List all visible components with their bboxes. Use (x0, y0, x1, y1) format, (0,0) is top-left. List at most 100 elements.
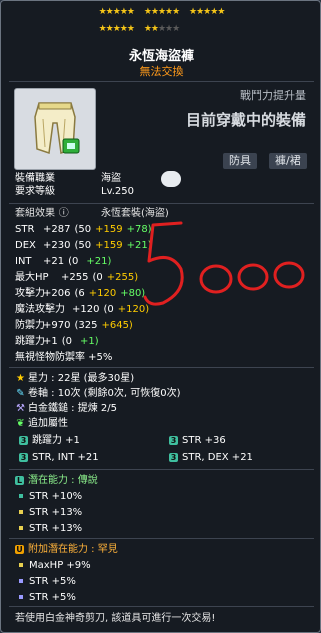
set-label: 套組效果 (15, 208, 55, 219)
extra-stats-header: ❦ 追加屬性 (15, 417, 68, 430)
req-job-value: 海盜 (101, 173, 121, 184)
stat-name: DEX (15, 240, 36, 251)
potential-header: L 潛在能力 : 傳說 (15, 474, 98, 487)
flame-line: 3 跳躍力 +1 (19, 434, 80, 447)
stat-values: +21 (0 +21) (43, 255, 115, 268)
star-on: ★★ (143, 24, 159, 34)
star-group: ★★★★★ (189, 7, 225, 17)
potential-line: STR +10% (19, 490, 82, 503)
footer-note: 若使用白金神奇剪刀, 該道具可進行一次交易! (15, 613, 216, 624)
stat-total: +206 (43, 288, 71, 299)
divider (9, 367, 314, 368)
star-group: ★★★★★ (98, 24, 135, 34)
divider (9, 538, 314, 539)
stat-star-bonus: +159 (95, 224, 123, 235)
stat-base: (6 (74, 288, 85, 299)
bullet-icon (19, 595, 23, 599)
stat-base: (325 (74, 320, 98, 331)
legendary-grade-icon: L (15, 475, 24, 485)
leaf-icon: ❦ (16, 418, 25, 429)
divider (9, 81, 314, 82)
untradeable-label: 無法交換 (139, 65, 184, 78)
item-icon-frame (14, 88, 96, 170)
hammer-icon: ⚒ (16, 403, 25, 414)
stat-total: +287 (43, 224, 71, 235)
stat-values: +206 (6 +120 +80) (43, 287, 149, 300)
stat-star-bonus: +645) (101, 320, 133, 331)
bonus-potential-header: U 附加潛在能力 : 罕見 (15, 543, 118, 556)
potential-line: STR +13% (19, 522, 82, 535)
flame-text: STR, INT +21 (32, 452, 99, 463)
extra-stats-label: 追加屬性 (28, 418, 68, 429)
pants-icon (34, 102, 80, 154)
stat-row: 魔法攻擊力 +120 (0 +120) (15, 303, 149, 316)
potential-text: STR +13% (29, 507, 83, 518)
req-job-label: 裝備職業 (15, 173, 55, 184)
flame-line: 3 STR +36 (169, 434, 226, 447)
star-force-row-2: ★★★★★ ★★★★★ ★★★★★ (1, 24, 321, 34)
stat-row: DEX +230 (50 +159 +21) (15, 239, 152, 252)
stat-row: STR +287 (50 +159 +78) (15, 223, 152, 236)
combat-power-label: 戰鬥力提升量 (240, 89, 306, 102)
stat-name: 防禦力 (15, 320, 45, 331)
hammer-text: 白金鐵鎚 : 提煉 2/5 (28, 403, 117, 414)
stat-total: +230 (43, 240, 71, 251)
flame-line: 3 STR, INT +21 (19, 451, 99, 464)
potential-label: 潛在能力 : 傳說 (28, 475, 98, 486)
scroll-icon: ✎ (16, 388, 25, 399)
rare-grade-icon: U (15, 544, 24, 554)
stat-total: +120 (72, 304, 100, 315)
stat-name: 魔法攻擊力 (15, 304, 65, 315)
star-group: ★★★★★ (143, 7, 180, 17)
stat-star-bonus: +120 (88, 288, 117, 299)
potential-text: STR +13% (29, 523, 83, 534)
bullet-icon (19, 563, 23, 567)
stat-row: INT +21 (0 +21) (15, 255, 111, 268)
star-group: ★★★★★ (143, 24, 180, 34)
stat-row: 防禦力 +970 (325 +645) (15, 319, 133, 332)
flame-badge-icon: 3 (169, 452, 178, 462)
flame-text: STR +36 (182, 435, 226, 446)
stat-total: +21 (43, 256, 65, 267)
bullet-icon (19, 579, 23, 583)
divider (9, 469, 314, 470)
stat-base: (0 (92, 272, 103, 283)
flame-badge-icon: 3 (19, 452, 28, 462)
handwritten-scribble (143, 221, 305, 306)
flame-text: STR, DEX +21 (182, 452, 253, 463)
flame-badge-icon: 3 (169, 435, 178, 445)
stat-base: (50 (74, 240, 92, 251)
stat-total: +970 (43, 320, 71, 331)
cloud-icon (161, 171, 181, 187)
star-force-row-1: ★★★★★ ★★★★★ ★★★★★ (1, 7, 321, 17)
subtype-tag: 褲/裙 (269, 153, 307, 169)
stat-values: +255 (0 +255) (61, 271, 146, 284)
scroll-info: ✎ 卷軸 : 10次 (剩餘0次, 可恢復0次) (15, 387, 180, 400)
flame-line: 3 STR, DEX +21 (169, 451, 253, 464)
stat-base: (0 (61, 336, 73, 347)
info-icon: ⓘ (58, 208, 69, 219)
bullet-icon (19, 494, 23, 498)
item-tooltip: ★★★★★ ★★★★★ ★★★★★ ★★★★★ ★★★★★ ★★★★★ 永恆海盜… (0, 0, 321, 633)
potential-line: STR +13% (19, 506, 82, 519)
currently-equipped-label: 目前穿戴中的裝備 (185, 111, 306, 129)
req-level: 要求等級 Lv.250 (15, 185, 134, 198)
star-icon: ★ (16, 373, 25, 384)
star-off: ★★★ (157, 24, 180, 34)
bonus-line: STR +5% (19, 591, 76, 604)
stat-row: 最大HP +255 (0 +255) (15, 271, 138, 284)
bonus-line: MaxHP +9% (19, 559, 91, 572)
stat-name: 攻擊力 (15, 288, 45, 299)
item-name: 永恆海盜褲 (128, 49, 194, 64)
stat-values: +1 (0 +1) (43, 335, 103, 348)
stat-name: 最大HP (15, 272, 49, 283)
stat-name: INT (15, 256, 32, 267)
stat-values: +287 (50 +159 +78) (43, 223, 156, 236)
stat-total: +255 (61, 272, 89, 283)
stat-base: (50 (74, 224, 92, 235)
req-level-label: 要求等級 (15, 186, 55, 197)
divider (9, 606, 314, 607)
bonus-potential-label: 附加潛在能力 : 罕見 (28, 544, 118, 555)
bonus-text: STR +5% (29, 592, 76, 603)
flame-text: 跳躍力 +1 (32, 435, 80, 446)
